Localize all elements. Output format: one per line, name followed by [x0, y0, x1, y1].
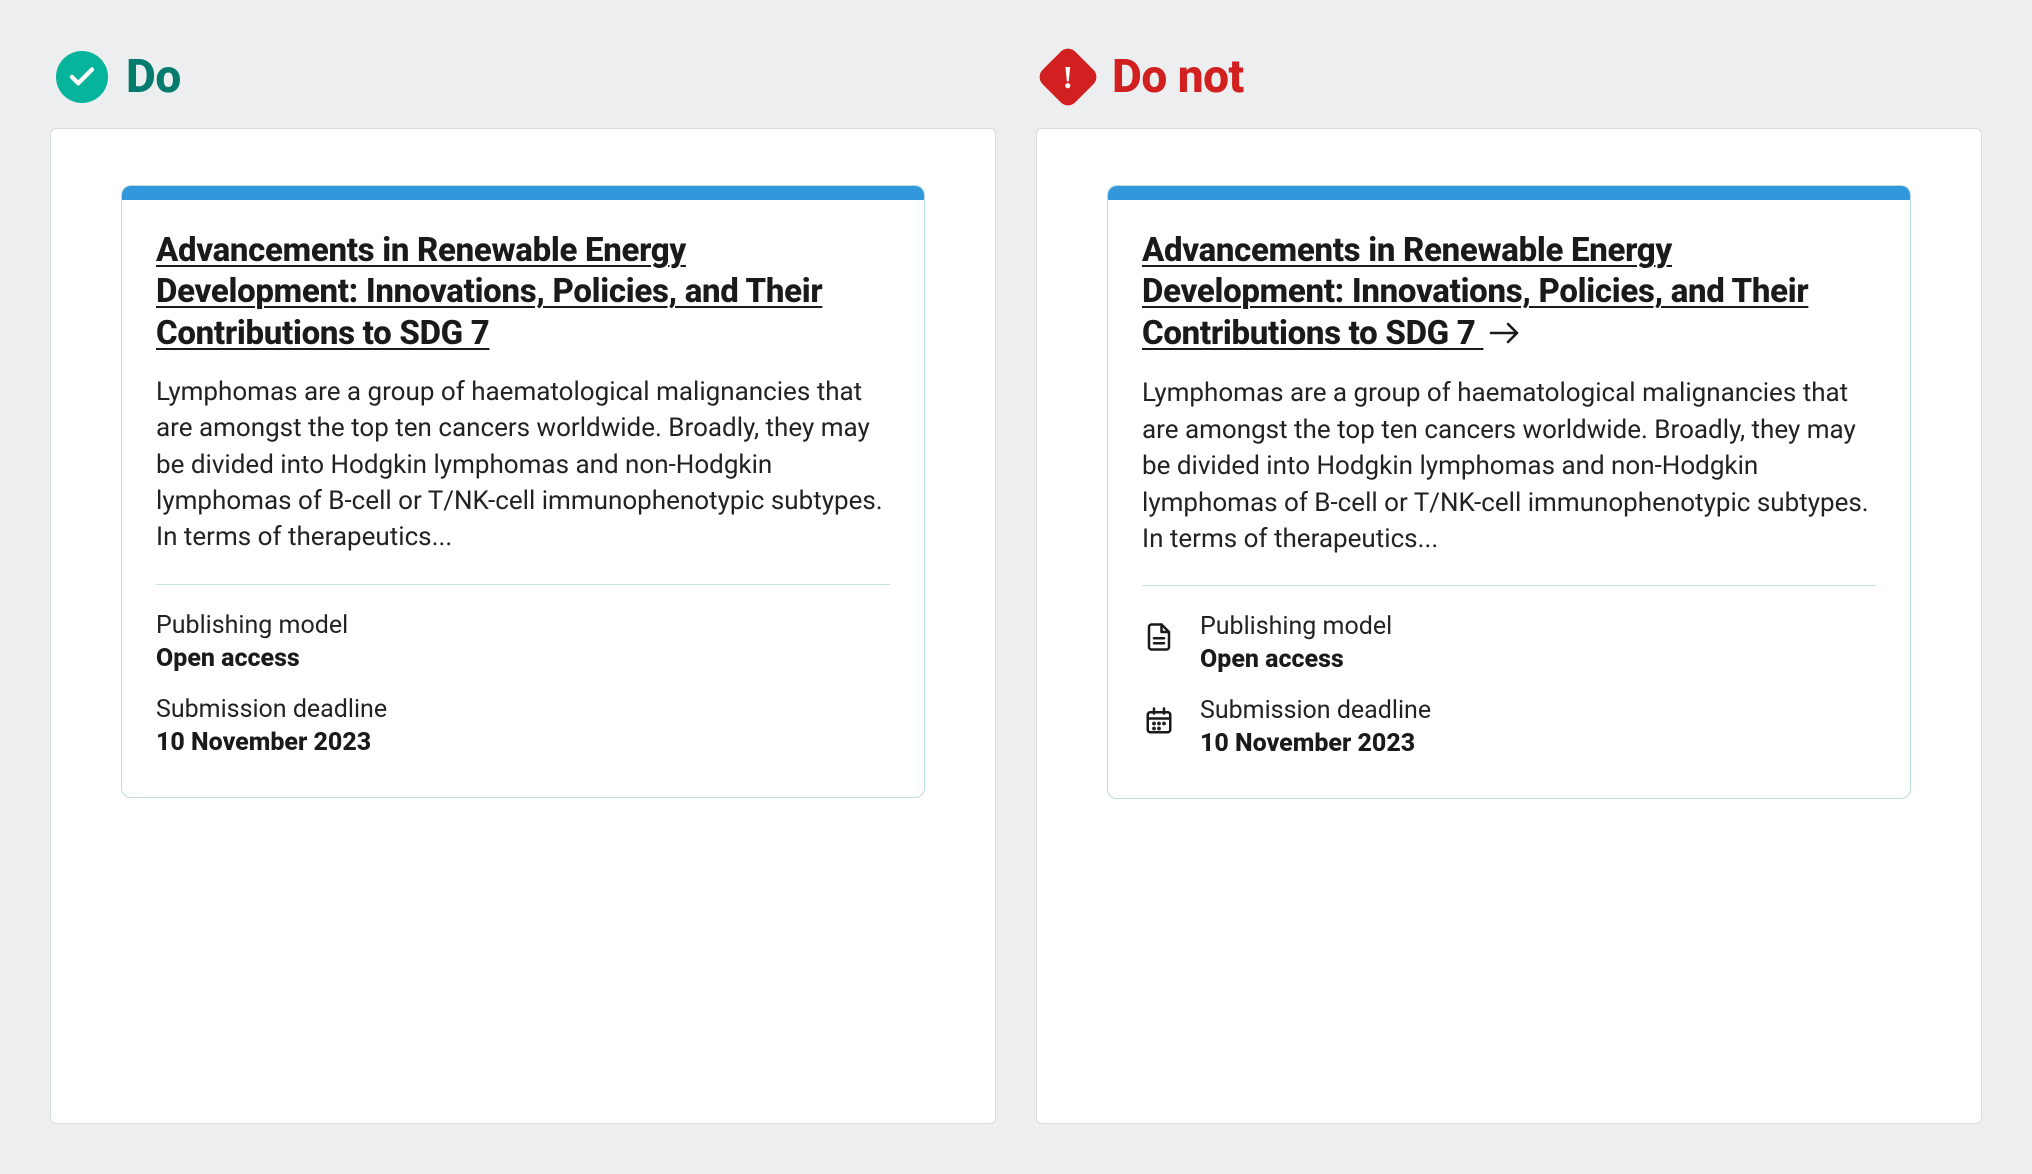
card-title-text: Advancements in Renewable Energy Develop…	[1142, 231, 1808, 353]
arrow-right-icon	[1489, 314, 1521, 355]
comparison-container: Do Advancements in Renewable Energy Deve…	[20, 20, 2012, 1154]
example-card-donot: Advancements in Renewable Energy Develop…	[1107, 185, 1911, 799]
meta-deadline: Submission deadline 10 November 2023	[1142, 696, 1876, 758]
card-accent-bar	[1108, 186, 1910, 200]
example-card-do: Advancements in Renewable Energy Develop…	[121, 185, 925, 798]
calendar-icon	[1142, 704, 1176, 738]
meta-publishing: Publishing model Open access	[156, 611, 890, 673]
deadline-label: Submission deadline	[1200, 696, 1431, 725]
donot-header: ! Do not	[1036, 50, 1982, 104]
donot-panel: ! Do not Advancements in Renewable Energ…	[1036, 50, 1982, 1124]
publishing-model-label: Publishing model	[1200, 612, 1392, 641]
card-description: Lymphomas are a group of haematological …	[156, 374, 890, 556]
do-panel: Do Advancements in Renewable Energy Deve…	[50, 50, 996, 1124]
check-icon	[56, 51, 108, 103]
meta-publishing: Publishing model Open access	[1142, 612, 1876, 674]
divider	[1142, 585, 1876, 586]
publishing-model-label: Publishing model	[156, 611, 348, 640]
donot-body: Advancements in Renewable Energy Develop…	[1036, 128, 1982, 1124]
alert-icon: !	[1042, 51, 1094, 103]
divider	[156, 584, 890, 585]
document-icon	[1142, 620, 1176, 654]
card-title-link[interactable]: Advancements in Renewable Energy Develop…	[156, 230, 890, 354]
card-title-link[interactable]: Advancements in Renewable Energy Develop…	[1142, 230, 1876, 355]
do-body: Advancements in Renewable Energy Develop…	[50, 128, 996, 1124]
do-header: Do	[50, 50, 996, 104]
meta-deadline: Submission deadline 10 November 2023	[156, 695, 890, 757]
card-accent-bar	[122, 186, 924, 200]
do-heading: Do	[126, 50, 181, 104]
publishing-model-value: Open access	[1200, 645, 1392, 674]
deadline-value: 10 November 2023	[156, 728, 387, 757]
publishing-model-value: Open access	[156, 644, 348, 673]
card-description: Lymphomas are a group of haematological …	[1142, 375, 1876, 557]
deadline-value: 10 November 2023	[1200, 729, 1431, 758]
donot-heading: Do not	[1112, 50, 1244, 104]
deadline-label: Submission deadline	[156, 695, 387, 724]
